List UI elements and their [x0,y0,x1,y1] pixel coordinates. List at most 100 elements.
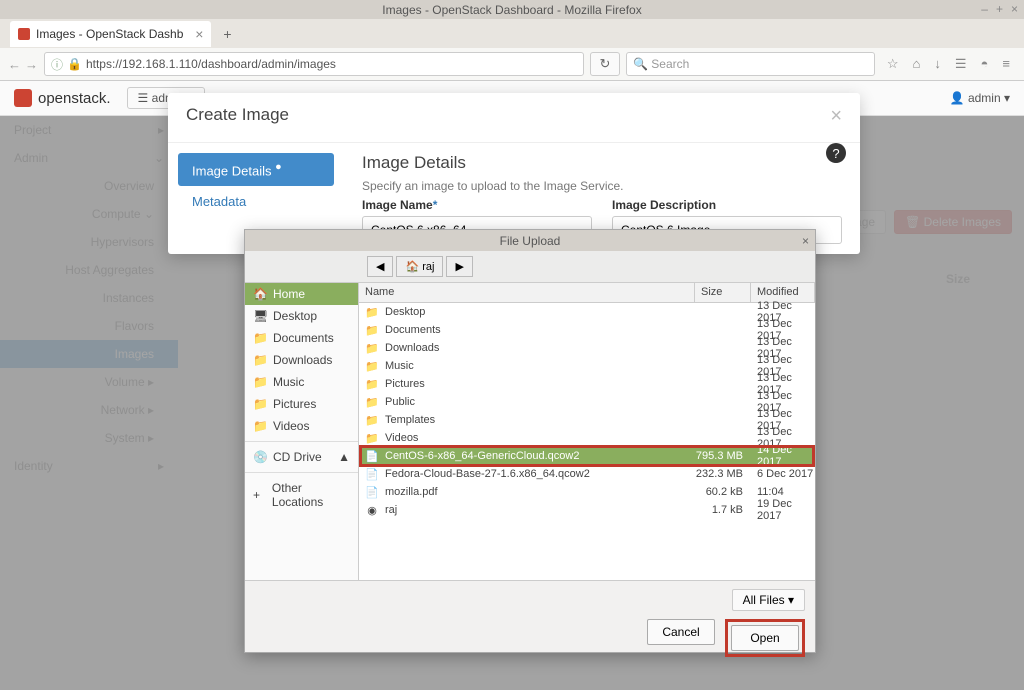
section-heading: Image Details [362,153,842,173]
tab-image-details[interactable]: Image Details ● [178,153,334,186]
tab-close-icon[interactable]: × [195,26,203,42]
file-type-icon: 📁 [365,378,379,391]
file-row[interactable]: 📄mozilla.pdf60.2 kB11:04 [359,483,815,501]
image-desc-label: Image Description [612,198,716,212]
disc-icon: 💿 [253,450,267,464]
file-list: Name Size Modified 📁Desktop13 Dec 2017📁D… [359,283,815,580]
new-tab-button[interactable]: + [211,26,243,42]
search-placeholder: Search [651,57,689,71]
file-row[interactable]: 📁Downloads13 Dec 2017 [359,339,815,357]
place-documents[interactable]: 📁Documents [245,327,358,349]
file-name: Public [385,396,415,408]
open-button[interactable]: Open [731,625,799,651]
tab-title: Images - OpenStack Dashb [36,27,183,41]
file-row[interactable]: 📄Fedora-Cloud-Base-27-1.6.x86_64.qcow223… [359,465,815,483]
path-segment[interactable]: 🏠 raj [396,256,443,277]
window-close-icon[interactable]: × [1011,2,1018,16]
modal-title: Create Image [186,105,289,128]
file-name: raj [385,504,397,516]
modal-close-icon[interactable]: × [830,105,842,128]
download-icon[interactable]: ↓ [934,56,941,72]
window-max-icon[interactable]: + [996,2,1003,16]
file-type-icon: 📄 [365,450,379,463]
file-row[interactable]: 📁Videos13 Dec 2017 [359,429,815,447]
col-size[interactable]: Size [695,283,751,302]
file-upload-dialog: File Upload × ◀ 🏠 raj ▶ 🏠Home 🖥Desktop 📁… [244,229,816,653]
window-min-icon[interactable]: – [981,2,988,16]
file-name: Downloads [385,342,439,354]
desktop-icon: 🖥 [253,309,267,323]
places-panel: 🏠Home 🖥Desktop 📁Documents 📁Downloads 📁Mu… [245,283,359,580]
file-name: Fedora-Cloud-Base-27-1.6.x86_64.qcow2 [385,468,590,480]
file-type-icon: 📁 [365,396,379,409]
file-size: 60.2 kB [695,486,751,498]
window-titlebar: Images - OpenStack Dashboard - Mozilla F… [0,0,1024,19]
home-folder-icon: 🏠 [253,287,267,301]
place-downloads[interactable]: 📁Downloads [245,349,358,371]
bookmark-icon[interactable]: ☆ [887,56,899,72]
dialog-close-icon[interactable]: × [802,234,809,248]
file-filter[interactable]: All Files ▾ [732,589,805,611]
pocket-icon[interactable]: ◓ [981,56,989,72]
back-icon[interactable]: ← [8,57,21,72]
file-name: Desktop [385,306,425,318]
file-size: 1.7 kB [695,504,751,516]
search-box[interactable]: 🔍 Search [626,52,875,76]
file-name: Pictures [385,378,425,390]
path-forward-button[interactable]: ▶ [446,256,472,277]
refresh-button[interactable]: ↻ [590,52,620,76]
place-other[interactable]: +Other Locations [245,477,358,513]
file-name: mozilla.pdf [385,486,438,498]
image-name-label: Image Name* [362,198,437,212]
place-pictures[interactable]: 📁Pictures [245,393,358,415]
file-type-icon: 📁 [365,360,379,373]
path-back-button[interactable]: ◀ [367,256,393,277]
file-name: Templates [385,414,435,426]
file-type-icon: 📁 [365,306,379,319]
file-type-icon: 📁 [365,324,379,337]
library-icon[interactable]: ☰ [955,56,967,72]
cancel-button[interactable]: Cancel [647,619,715,645]
file-name: Videos [385,432,418,444]
file-type-icon: 📄 [365,468,379,481]
openstack-logo: openstack. [14,89,111,107]
file-type-icon: ◉ [365,504,379,517]
user-menu[interactable]: 👤 admin ▾ [950,91,1010,105]
url-bar: ← → ⓘ 🔒 https://192.168.1.110/dashboard/… [0,48,1024,81]
user-icon: 👤 [950,91,965,105]
file-row[interactable]: 📁Templates13 Dec 2017 [359,411,815,429]
place-desktop[interactable]: 🖥Desktop [245,305,358,327]
tab-metadata[interactable]: Metadata [178,186,334,217]
place-videos[interactable]: 📁Videos [245,415,358,437]
forward-icon[interactable]: → [25,57,38,72]
place-music[interactable]: 📁Music [245,371,358,393]
url-input[interactable]: ⓘ 🔒 https://192.168.1.110/dashboard/admi… [44,52,584,76]
videos-icon: 📁 [253,419,267,433]
file-modified: 19 Dec 2017 [751,498,815,522]
dialog-title: File Upload [500,234,561,248]
menu-icon[interactable]: ≡ [1002,56,1010,72]
browser-tab[interactable]: Images - OpenStack Dashb × [10,21,211,47]
file-row[interactable]: 📁Pictures13 Dec 2017 [359,375,815,393]
file-name: Music [385,360,414,372]
file-row[interactable]: 📁Desktop13 Dec 2017 [359,303,815,321]
file-row[interactable]: 📁Documents13 Dec 2017 [359,321,815,339]
place-home[interactable]: 🏠Home [245,283,358,305]
file-name: CentOS-6-x86_64-GenericCloud.qcow2 [385,450,579,462]
file-row[interactable]: 📄 CentOS-6-x86_64-GenericCloud.qcow2 795.3… [359,447,815,465]
help-icon[interactable]: ? [826,143,846,163]
pictures-icon: 📁 [253,397,267,411]
url-text: https://192.168.1.110/dashboard/admin/im… [86,57,336,71]
section-desc: Specify an image to upload to the Image … [362,179,842,193]
file-type-icon: 📁 [365,342,379,355]
file-type-icon: 📁 [365,414,379,427]
place-cd-drive[interactable]: 💿CD Drive▲ [245,446,358,468]
file-name: Documents [385,324,441,336]
file-size: 795.3 MB [695,450,751,462]
file-row[interactable]: 📁Music13 Dec 2017 [359,357,815,375]
file-row[interactable]: 📁Public13 Dec 2017 [359,393,815,411]
file-row[interactable]: ◉ raj 1.7 kB19 Dec 2017 [359,501,815,519]
col-name[interactable]: Name [359,283,695,302]
home-icon[interactable]: ⌂ [913,56,921,72]
lock-icon: 🔒 [67,57,82,71]
